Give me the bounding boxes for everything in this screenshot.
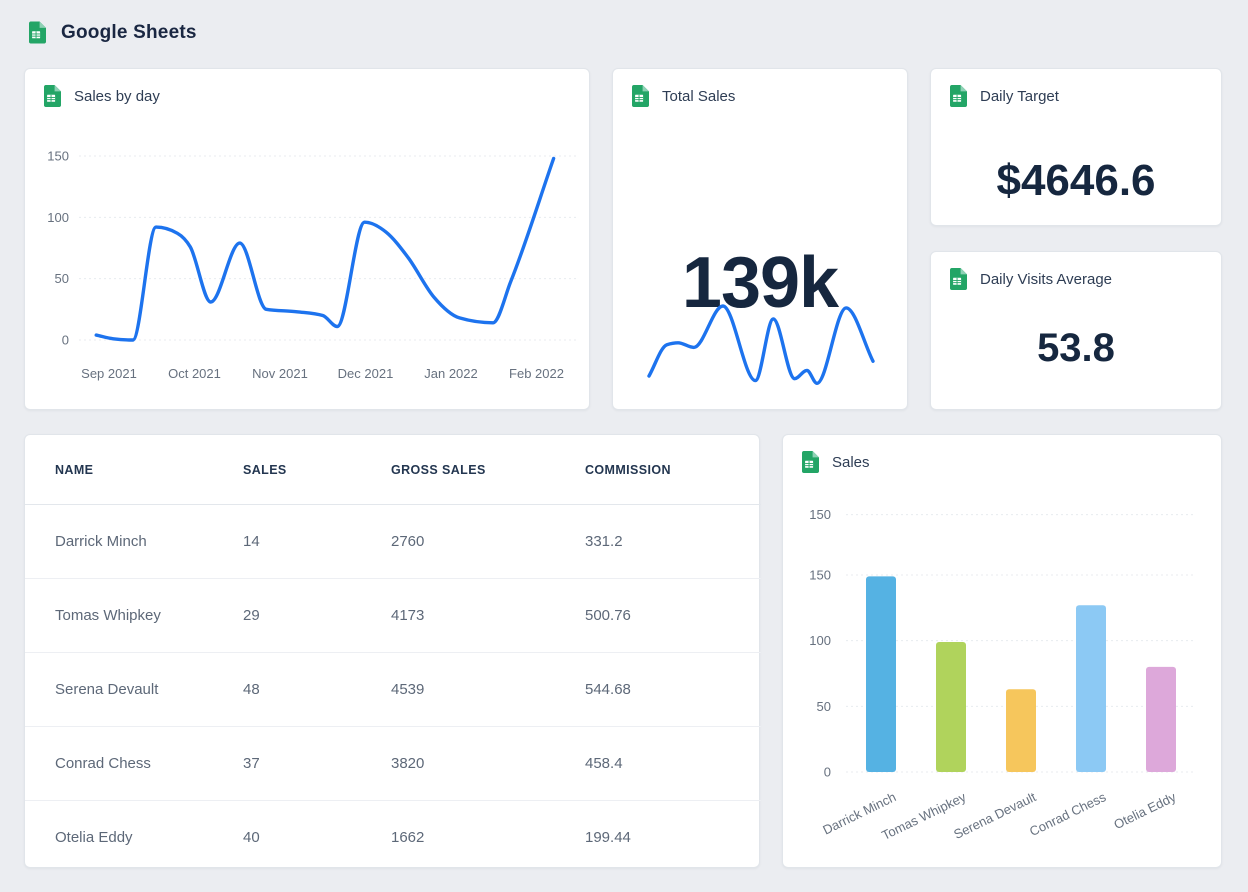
cell-name: Tomas Whipkey xyxy=(25,579,243,653)
cell-sales: 14 xyxy=(243,505,391,579)
column-header-name: NAME xyxy=(25,435,243,505)
daily-target-value: $4646.6 xyxy=(931,159,1221,203)
google-sheets-icon xyxy=(29,21,46,44)
y-tick-label: 100 xyxy=(47,210,69,225)
table-row: Darrick Minch 14 2760 331.2 xyxy=(25,505,761,579)
table-row: Otelia Eddy 40 1662 199.44 xyxy=(25,801,761,875)
line-path xyxy=(96,159,553,341)
column-header-commission: COMMISSION xyxy=(585,435,761,505)
sheets-icon xyxy=(950,268,967,290)
sales-by-day-card-title: Sales by day xyxy=(44,85,160,107)
cell-sales: 37 xyxy=(243,727,391,801)
bar xyxy=(1076,605,1106,772)
y-tick-label: 50 xyxy=(55,271,69,286)
cell-gross-sales: 4539 xyxy=(391,653,585,727)
sales-by-day-card: Sales by day 150 100 50 0 Sep 2021 Oct 2021 No… xyxy=(24,68,590,410)
column-header-gross-sales: GROSS SALES xyxy=(391,435,585,505)
sales-by-day-line-chart: 150 100 50 0 Sep 2021 Oct 2021 Nov 2021 Dec 202… xyxy=(25,69,591,411)
sales-bar-chart-card: Sales 150 150 100 50 0 Darrick MinchTomas Whi… xyxy=(782,434,1222,868)
daily-visits-card-title: Daily Visits Average xyxy=(950,268,1112,290)
x-tick-label: Jan 2022 xyxy=(424,366,478,381)
card-title-label: Total Sales xyxy=(662,88,735,105)
bar-label: Tomas Whipkey xyxy=(879,789,968,843)
bar-label: Conrad Chess xyxy=(1027,789,1109,839)
daily-visits-average-card: Daily Visits Average 53.8 xyxy=(930,251,1222,410)
y-tick-label: 50 xyxy=(817,699,831,714)
daily-visits-average-value: 53.8 xyxy=(931,328,1221,368)
daily-target-card-title: Daily Target xyxy=(950,85,1059,107)
cell-name: Otelia Eddy xyxy=(25,801,243,875)
x-tick-label: Oct 2021 xyxy=(168,366,221,381)
x-tick-label: Feb 2022 xyxy=(509,366,564,381)
card-title-label: Sales xyxy=(832,454,870,471)
cell-commission: 331.2 xyxy=(585,505,761,579)
y-tick-label: 0 xyxy=(62,333,69,348)
sales-table: NAME SALES GROSS SALES COMMISSION Darric… xyxy=(25,435,761,874)
cell-name: Conrad Chess xyxy=(25,727,243,801)
card-title-label: Daily Target xyxy=(980,88,1059,105)
page-title: Google Sheets xyxy=(61,22,197,44)
sales-bar-card-title: Sales xyxy=(802,451,870,473)
x-tick-label: Dec 2021 xyxy=(338,366,394,381)
cell-sales: 48 xyxy=(243,653,391,727)
total-sales-card-title: Total Sales xyxy=(632,85,735,107)
daily-target-card: Daily Target $4646.6 xyxy=(930,68,1222,226)
bar-label: Otelia Eddy xyxy=(1111,789,1178,832)
bar-label: Darrick Minch xyxy=(820,789,898,837)
y-tick-label: 100 xyxy=(809,633,831,648)
sales-table-card: NAME SALES GROSS SALES COMMISSION Darric… xyxy=(24,434,760,868)
bar xyxy=(866,576,896,772)
bar xyxy=(1006,689,1036,772)
column-header-sales: SALES xyxy=(243,435,391,505)
cell-name: Darrick Minch xyxy=(25,505,243,579)
sheets-icon xyxy=(950,85,967,107)
y-tick-label: 150 xyxy=(809,507,831,522)
cell-gross-sales: 1662 xyxy=(391,801,585,875)
table-row: Conrad Chess 37 3820 458.4 xyxy=(25,727,761,801)
bar xyxy=(1146,667,1176,772)
bar xyxy=(936,642,966,772)
y-tick-label: 150 xyxy=(47,149,69,164)
cell-gross-sales: 4173 xyxy=(391,579,585,653)
cell-gross-sales: 3820 xyxy=(391,727,585,801)
bar-label: Serena Devault xyxy=(951,789,1038,842)
cell-sales: 40 xyxy=(243,801,391,875)
card-title-label: Sales by day xyxy=(74,88,160,105)
y-tick-label: 150 xyxy=(809,568,831,583)
table-row: Tomas Whipkey 29 4173 500.76 xyxy=(25,579,761,653)
sheets-icon xyxy=(632,85,649,107)
table-row: Serena Devault 48 4539 544.68 xyxy=(25,653,761,727)
x-tick-label: Sep 2021 xyxy=(81,366,137,381)
dashboard-page: Google Sheets Sales by day 150 100 50 0 Sep … xyxy=(0,0,1248,892)
sheets-icon xyxy=(802,451,819,473)
app-header: Google Sheets xyxy=(29,21,197,44)
total-sales-card: Total Sales 139k xyxy=(612,68,908,410)
sales-bar-chart: 150 150 100 50 0 Darrick MinchTomas WhipkeySe… xyxy=(783,435,1223,869)
cell-commission: 544.68 xyxy=(585,653,761,727)
total-sales-value: 139k xyxy=(613,247,907,319)
cell-sales: 29 xyxy=(243,579,391,653)
total-sales-sparkline xyxy=(613,69,909,411)
x-tick-label: Nov 2021 xyxy=(252,366,308,381)
cell-commission: 458.4 xyxy=(585,727,761,801)
card-title-label: Daily Visits Average xyxy=(980,271,1112,288)
cell-commission: 500.76 xyxy=(585,579,761,653)
cell-gross-sales: 2760 xyxy=(391,505,585,579)
cell-name: Serena Devault xyxy=(25,653,243,727)
table-header-row: NAME SALES GROSS SALES COMMISSION xyxy=(25,435,761,505)
y-tick-label: 0 xyxy=(824,765,831,780)
sheets-icon xyxy=(44,85,61,107)
cell-commission: 199.44 xyxy=(585,801,761,875)
